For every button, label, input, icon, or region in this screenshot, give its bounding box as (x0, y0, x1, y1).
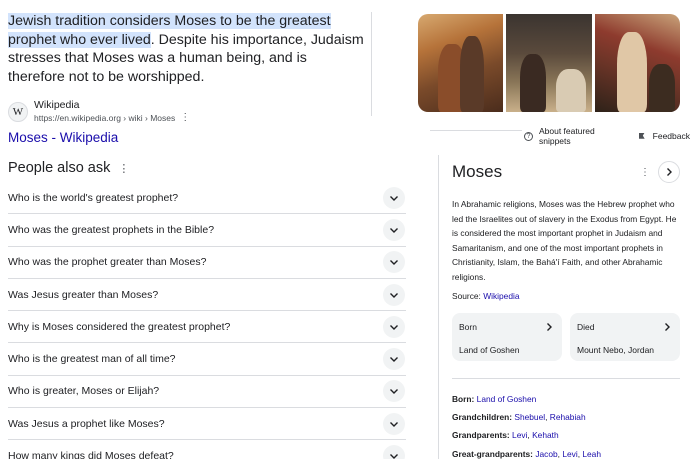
paa-question-row[interactable]: Who is the greatest man of all time? (8, 343, 406, 376)
moses-painting-image-2[interactable] (506, 14, 592, 112)
paa-question-text: Was Jesus a prophet like Moses? (8, 417, 165, 430)
help-icon: ? (524, 131, 533, 141)
kp-card-died[interactable]: Died Mount Nebo, Jordan (570, 313, 680, 361)
paa-question-row[interactable]: Who is greater, Moses or Elijah? (8, 376, 406, 409)
kp-fact-link[interactable]: Shebuel (514, 412, 545, 422)
chevron-down-icon (390, 227, 398, 233)
paa-question-text: Why is Moses considered the greatest pro… (8, 320, 231, 333)
paa-question-row[interactable]: Why is Moses considered the greatest pro… (8, 311, 406, 344)
chevron-down-icon (390, 260, 398, 266)
kp-description: In Abrahamic religions, Moses was the He… (452, 199, 677, 282)
chevron-right-icon (547, 323, 552, 331)
paa-menu-kebab-icon[interactable]: ⋮ (118, 162, 129, 175)
kp-fact-link[interactable]: Jacob (535, 449, 557, 459)
expand-button[interactable] (383, 412, 405, 435)
snippet-text: Jewish tradition considers Moses to be t… (8, 12, 364, 86)
snippet-result-link[interactable]: Moses - Wikipedia (8, 130, 364, 145)
kp-fact-link[interactable]: Leah (582, 449, 601, 459)
paa-question-row[interactable]: Was Jesus a prophet like Moses? (8, 408, 406, 441)
chevron-right-icon (667, 168, 672, 176)
kp-facts-divider (452, 378, 680, 379)
snippet-feedback-row: ? About featured snippets Feedback (522, 126, 690, 146)
kp-menu-kebab-icon[interactable]: ⋮ (640, 167, 650, 178)
expand-button[interactable] (383, 283, 405, 306)
expand-button[interactable] (383, 218, 405, 241)
expand-button[interactable] (383, 380, 405, 403)
expand-button[interactable] (383, 348, 405, 371)
chevron-down-icon (390, 357, 398, 363)
kp-fact-grandparents: Grandparents: Levi, Kehath (452, 430, 559, 441)
source-menu-kebab-icon[interactable]: ⋮ (180, 113, 190, 123)
paa-question-text: Who was the greatest prophets in the Bib… (8, 223, 215, 236)
paa-question-text: Was Jesus greater than Moses? (8, 288, 159, 301)
kp-source: Source: Wikipedia (452, 291, 520, 301)
kp-source-link[interactable]: Wikipedia (483, 291, 519, 301)
moses-painting-image-1[interactable] (418, 14, 504, 112)
snippet-images[interactable] (418, 14, 680, 112)
chevron-right-icon (665, 323, 670, 331)
about-snippets-link[interactable]: ? About featured snippets (524, 126, 629, 146)
paa-question-row[interactable]: Who is the world's greatest prophet? (8, 182, 406, 215)
snippet-divider (371, 12, 372, 116)
chevron-down-icon (390, 389, 398, 395)
knowledge-panel-divider (438, 155, 439, 459)
kp-facts: Born: Land of Goshen Grandchildren: Sheb… (452, 390, 680, 459)
paa-title: People also ask (8, 160, 111, 176)
chevron-down-icon (390, 292, 398, 298)
kp-fact-great-grandparents: Great-grandparents: Jacob, Levi, Leah (452, 448, 601, 459)
kp-fact-link[interactable]: Levi (562, 449, 577, 459)
paa-question-text: Who is the world's greatest prophet? (8, 191, 179, 204)
kp-fact-grandchildren: Grandchildren: Shebuel, Rehabiah (452, 412, 586, 423)
chevron-down-icon (390, 454, 398, 459)
paa-question-text: How many kings did Moses defeat? (8, 450, 174, 459)
kp-fact-link[interactable]: Rehabiah (550, 412, 586, 422)
kp-fact-born: Born: Land of Goshen (452, 394, 537, 404)
kp-card-born[interactable]: Born Land of Goshen (452, 313, 562, 361)
paa-question-row[interactable]: Who was the greatest prophets in the Bib… (8, 214, 406, 247)
source-url: https://en.wikipedia.org › wiki › Moses (34, 113, 176, 123)
chevron-down-icon (390, 324, 398, 330)
paa-question-text: Who was the prophet greater than Moses? (8, 256, 207, 269)
expand-button[interactable] (383, 445, 405, 459)
moses-painting-image-3[interactable] (594, 14, 680, 112)
kp-fact-link[interactable]: Levi (512, 430, 527, 440)
snippet-source[interactable]: W Wikipedia https://en.wikipedia.org › w… (8, 99, 364, 124)
kp-fact-link[interactable]: Kehath (532, 430, 559, 440)
paa-question-row[interactable]: How many kings did Moses defeat? (8, 440, 406, 459)
expand-button[interactable] (383, 315, 405, 338)
people-also-ask: People also ask ⋮ Who is the world's gre… (8, 160, 406, 459)
expand-button[interactable] (383, 251, 405, 274)
kp-fact-link[interactable]: Land of Goshen (477, 394, 537, 404)
kp-next-button[interactable] (658, 161, 680, 183)
paa-question-text: Who is greater, Moses or Elijah? (8, 385, 160, 398)
chevron-down-icon (390, 195, 398, 201)
source-name: Wikipedia (34, 99, 80, 111)
expand-button[interactable] (383, 186, 405, 209)
paa-question-text: Who is the greatest man of all time? (8, 353, 176, 366)
feedback-link[interactable]: Feedback (629, 131, 690, 141)
wikipedia-logo-icon: W (8, 101, 28, 122)
feedback-flag-icon (638, 132, 645, 139)
knowledge-panel: Moses ⋮ In Abrahamic religions, Moses wa… (452, 160, 680, 459)
kp-title: Moses (452, 162, 503, 181)
paa-question-row[interactable]: Was Jesus greater than Moses? (8, 279, 406, 312)
kp-cards: Born Land of Goshen Died Mount Nebo, Jor… (452, 313, 680, 361)
featured-snippet: Jewish tradition considers Moses to be t… (8, 12, 364, 145)
chevron-down-icon (390, 421, 398, 427)
paa-question-row[interactable]: Who was the prophet greater than Moses? (8, 247, 406, 279)
